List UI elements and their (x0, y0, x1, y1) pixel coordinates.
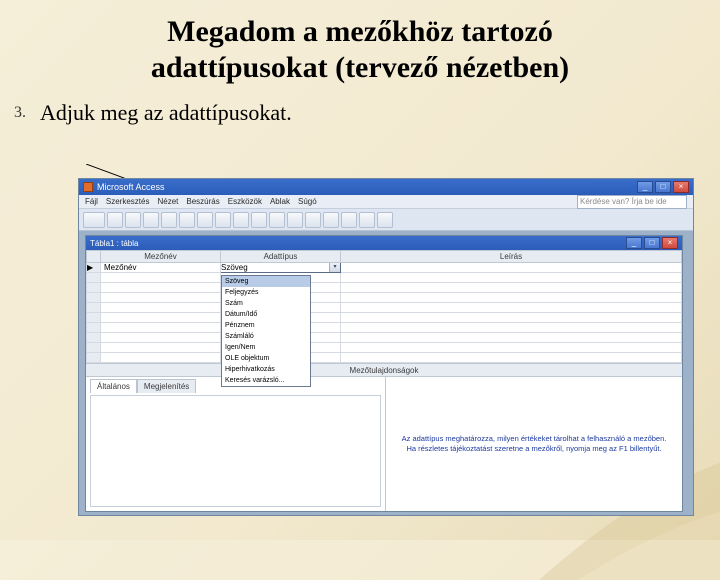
table-row[interactable] (87, 273, 682, 283)
tab-general[interactable]: Általános (90, 379, 137, 393)
menu-window[interactable]: Ablak (270, 197, 290, 206)
properties-button[interactable] (287, 212, 303, 228)
data-type-dropdown[interactable]: Szöveg Feljegyzés Szám Dátum/Idő Pénznem… (221, 275, 311, 387)
table-design-window: Tábla1 : tábla _ □ × Mezőnév Adattípus L… (85, 235, 683, 512)
properties-left-pane: Általános Megjelenítés (86, 377, 386, 511)
help-button[interactable] (377, 212, 393, 228)
dropdown-item[interactable]: Hiperhivatkozás (222, 364, 310, 375)
dropdown-item[interactable]: Keresés varázsló... (222, 375, 310, 386)
title-line-1: Megadom a mezőkhöz tartozó (167, 15, 553, 48)
save-button[interactable] (107, 212, 123, 228)
dropdown-item[interactable]: Igen/Nem (222, 342, 310, 353)
child-close-button[interactable]: × (662, 237, 678, 249)
dropdown-item[interactable]: OLE objektum (222, 353, 310, 364)
bullet-number: 3. (14, 100, 40, 122)
child-maximize-button[interactable]: □ (644, 237, 660, 249)
indexes-button[interactable] (305, 212, 321, 228)
key-button[interactable] (233, 212, 249, 228)
menubar: Fájl Szerkesztés Nézet Beszúrás Eszközök… (79, 195, 693, 209)
table-row[interactable] (87, 293, 682, 303)
table-row[interactable] (87, 353, 682, 363)
col-header-name: Mezőnév (101, 251, 221, 263)
col-header-type: Adattípus (221, 251, 341, 263)
child-titlebar: Tábla1 : tábla _ □ × (86, 236, 682, 250)
menu-tools[interactable]: Eszközök (228, 197, 262, 206)
app-titlebar: Microsoft Access _ □ × (79, 179, 693, 195)
help-search-input[interactable]: Kérdése van? Írja be ide (577, 195, 687, 209)
child-title: Tábla1 : tábla (90, 239, 138, 248)
field-name-cell[interactable]: Mezőnév (101, 263, 221, 273)
build-button[interactable] (323, 212, 339, 228)
row-selector[interactable]: ▶ (87, 263, 101, 273)
minimize-button[interactable]: _ (637, 181, 653, 193)
table-row[interactable] (87, 313, 682, 323)
copy-button[interactable] (161, 212, 177, 228)
view-button[interactable] (83, 212, 105, 228)
close-button[interactable]: × (673, 181, 689, 193)
properties-grid[interactable] (90, 395, 381, 507)
table-row[interactable] (87, 323, 682, 333)
data-type-cell[interactable]: Szöveg ▾ (221, 263, 341, 273)
print-button[interactable] (125, 212, 141, 228)
toolbar (79, 209, 693, 231)
menu-insert[interactable]: Beszúrás (186, 197, 219, 206)
mdi-workspace: Tábla1 : tábla _ □ × Mezőnév Adattípus L… (79, 231, 693, 515)
rowhead-header (87, 251, 101, 263)
field-grid[interactable]: Mezőnév Adattípus Leírás ▶ Mezőnév Szöve… (86, 250, 682, 363)
redo-button[interactable] (215, 212, 231, 228)
slide-title: Megadom a mezőkhöz tartozó adattípusokat… (0, 0, 720, 94)
dropdown-item[interactable]: Számláló (222, 331, 310, 342)
field-properties-bar: Mezőtulajdonságok (86, 363, 682, 377)
hint-text: Az adattípus meghatározza, milyen értéke… (396, 434, 672, 454)
description-cell[interactable] (341, 263, 682, 273)
rows-button[interactable] (251, 212, 267, 228)
app-icon (83, 182, 93, 192)
delete-rows-button[interactable] (269, 212, 285, 228)
new-object-button[interactable] (359, 212, 375, 228)
dropdown-item[interactable]: Szám (222, 298, 310, 309)
bullet-text: Adjuk meg az adattípusokat. (40, 100, 292, 126)
table-row[interactable] (87, 303, 682, 313)
paste-button[interactable] (179, 212, 195, 228)
app-title: Microsoft Access (97, 182, 165, 192)
tab-lookup[interactable]: Megjelenítés (137, 379, 196, 393)
data-type-value: Szöveg (221, 263, 248, 272)
table-row[interactable] (87, 333, 682, 343)
menu-view[interactable]: Nézet (157, 197, 178, 206)
database-window-button[interactable] (341, 212, 357, 228)
dropdown-item[interactable]: Pénznem (222, 320, 310, 331)
access-window: Microsoft Access _ □ × Fájl Szerkesztés … (78, 178, 694, 516)
properties-right-pane: Az adattípus meghatározza, milyen értéke… (386, 377, 682, 511)
dropdown-item[interactable]: Feljegyzés (222, 287, 310, 298)
table-row[interactable] (87, 283, 682, 293)
cut-button[interactable] (143, 212, 159, 228)
table-row[interactable]: ▶ Mezőnév Szöveg ▾ (87, 263, 682, 273)
menu-help[interactable]: Súgó (298, 197, 317, 206)
chevron-down-icon[interactable]: ▾ (329, 263, 340, 272)
dropdown-item[interactable]: Dátum/Idő (222, 309, 310, 320)
title-line-2: adattípusokat (tervező nézetben) (151, 51, 569, 84)
table-row[interactable] (87, 343, 682, 353)
menu-edit[interactable]: Szerkesztés (106, 197, 150, 206)
menu-file[interactable]: Fájl (85, 197, 98, 206)
maximize-button[interactable]: □ (655, 181, 671, 193)
col-header-desc: Leírás (341, 251, 682, 263)
dropdown-item[interactable]: Szöveg (222, 276, 310, 287)
undo-button[interactable] (197, 212, 213, 228)
field-properties-area: Általános Megjelenítés Az adattípus megh… (86, 377, 682, 511)
bullet-row: 3. Adjuk meg az adattípusokat. (0, 94, 720, 126)
child-minimize-button[interactable]: _ (626, 237, 642, 249)
